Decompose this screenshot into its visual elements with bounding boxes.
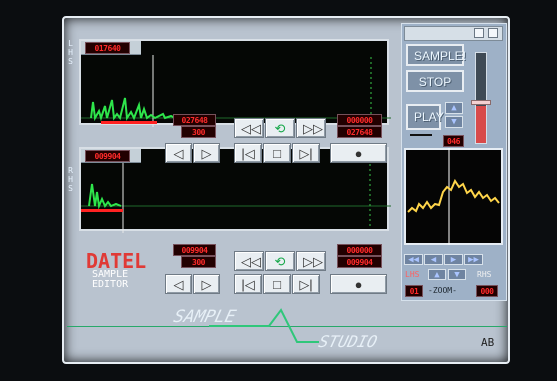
volume-slider-knob[interactable]	[471, 100, 491, 105]
right-forward-button[interactable]: ▷▷	[296, 251, 326, 271]
right-record-button[interactable]: ●	[330, 274, 387, 294]
volume-slider-fill	[476, 106, 486, 143]
left-waveform-view[interactable]: 017640	[79, 39, 391, 127]
minimize-icon[interactable]	[474, 28, 484, 38]
brand-line-1: SAMPLE	[92, 269, 129, 280]
zoom-left-left[interactable]: ◀◀	[404, 254, 423, 265]
brand-logo: DATEL	[86, 249, 147, 273]
left-display-c: 000000	[337, 114, 382, 126]
right-display-a: 009904	[173, 244, 216, 256]
side-lhs: LHS	[405, 270, 420, 279]
play-underline	[410, 134, 432, 136]
zoom-right[interactable]: ▶	[444, 254, 463, 265]
zoom-right-value: 000	[476, 285, 498, 297]
right-play-button[interactable]: ▷	[193, 274, 220, 294]
play-up-arrow[interactable]: ▲	[445, 102, 463, 114]
left-prev-button[interactable]: ◁	[165, 143, 192, 163]
volume-value: 046	[443, 135, 464, 147]
left-display-a: 027648	[173, 114, 216, 126]
side-rhs: RHS	[477, 270, 492, 279]
close-icon[interactable]	[488, 28, 498, 38]
left-forward-button[interactable]: ▷▷	[296, 118, 326, 138]
left-display-b: 300	[181, 126, 216, 138]
left-end-button[interactable]: ▷|	[292, 143, 320, 163]
right-display-c: 000000	[337, 244, 382, 256]
left-start-button[interactable]: |◁	[234, 143, 262, 163]
bottom-logo-initials: AB	[481, 336, 495, 349]
zoom-up[interactable]: ▲	[428, 269, 446, 280]
zoom-right-right[interactable]: ▶▶	[464, 254, 483, 265]
right-stop-button[interactable]: □	[263, 274, 291, 294]
play-down-arrow[interactable]: ▼	[445, 116, 463, 128]
play-button[interactable]: PLAY	[406, 104, 444, 130]
sample-button[interactable]: SAMPLE!	[406, 44, 466, 66]
left-stop-button[interactable]: □	[263, 143, 291, 163]
right-loop-button[interactable]: ⟲	[265, 251, 295, 271]
stop-button[interactable]: STOP	[406, 70, 464, 92]
left-play-button[interactable]: ▷	[193, 143, 220, 163]
zoom-left-value: 01	[405, 285, 423, 297]
right-waveform-label-container: RHS	[66, 166, 78, 256]
right-display-b: 300	[181, 256, 216, 268]
left-rewind-button[interactable]: ◁◁	[234, 118, 264, 138]
left-waveform-label: LHS	[66, 39, 75, 66]
right-waveform-label: RHS	[66, 166, 75, 193]
left-record-button[interactable]: ●	[330, 143, 387, 163]
left-display-d: 027648	[337, 126, 382, 138]
right-end-button[interactable]: ▷|	[292, 274, 320, 294]
right-display-d: 009904	[337, 256, 382, 268]
bottom-logo-zigzag	[209, 308, 319, 343]
zoom-label: -ZOOM-	[428, 286, 457, 295]
left-loop-button[interactable]: ⟲	[265, 118, 295, 138]
brand-line-2: EDITOR	[92, 279, 129, 290]
right-prev-button[interactable]: ◁	[165, 274, 192, 294]
main-panel: SAMPLE STUDIO AB LHS 017640 RHS 009904 0…	[62, 16, 510, 364]
zoom-down[interactable]: ▼	[448, 269, 466, 280]
right-start-button[interactable]: |◁	[234, 274, 262, 294]
left-waveform-label-container: LHS	[66, 39, 78, 129]
zoom-left[interactable]: ◀	[424, 254, 443, 265]
scope-waveform	[407, 148, 500, 245]
right-rewind-button[interactable]: ◁◁	[234, 251, 264, 271]
